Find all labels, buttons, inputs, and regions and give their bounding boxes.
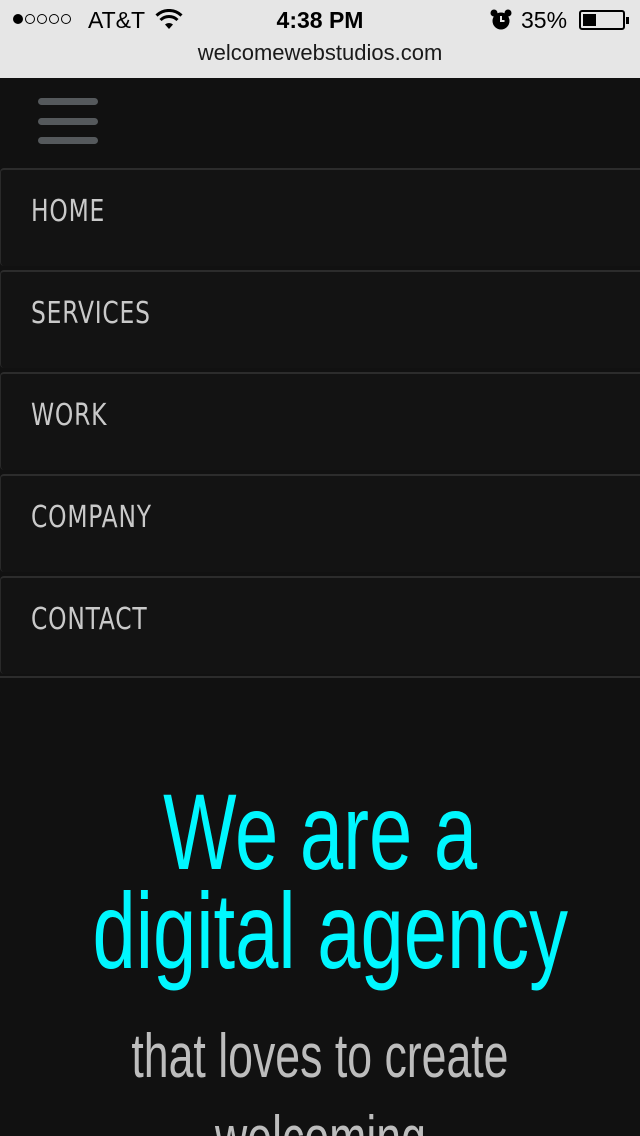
hero-section: We are a digital agency that loves to cr… [0,678,640,1136]
ios-status-bar: AT&T 4:38 PM 35% [0,0,640,40]
nav-item-label: SERVICES [31,296,151,331]
battery-percent: 35% [521,7,568,33]
hero-headline-text: digital agency [92,870,568,991]
browser-chrome: AT&T 4:38 PM 35% welcomewebstudios.com [0,0,640,78]
battery-icon [579,10,629,30]
nav-item-home[interactable]: HOME [0,168,640,266]
nav-item-label: HOME [31,194,106,229]
nav-item-work[interactable]: WORK [0,372,640,470]
hero-subheadline-line-1: that loves to create [0,1026,640,1088]
hero-subheadline-text: that loves to create [131,1022,509,1091]
nav-item-label: WORK [31,398,108,433]
nav-item-company[interactable]: COMPANY [0,474,640,572]
nav-item-services[interactable]: SERVICES [0,270,640,368]
nav-item-contact[interactable]: CONTACT [0,576,640,674]
battery-terminal [626,17,629,24]
nav-item-label: CONTACT [31,602,148,637]
nav-item-label: COMPANY [31,500,152,535]
battery-level-fill [583,14,596,26]
site-header [0,78,640,168]
menu-bar [38,98,98,105]
address-bar-url[interactable]: welcomewebstudios.com [0,40,640,66]
hero-subheadline-line-2: welcoming [0,1108,640,1136]
hamburger-menu-icon[interactable] [38,98,98,148]
alarm-icon [490,9,512,30]
hero-headline-line-2: digital agency [0,877,640,985]
menu-bar [38,118,98,125]
hero-subheadline-text: welcoming [215,1108,426,1136]
menu-bar [38,137,98,144]
